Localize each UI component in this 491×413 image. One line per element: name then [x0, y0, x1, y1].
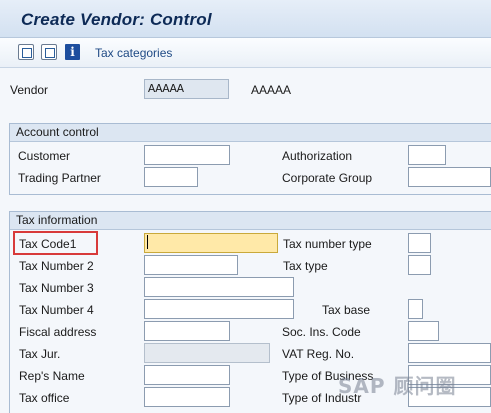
tax-number-type-label: Tax number type — [283, 237, 372, 251]
tax-information-title: Tax information — [16, 213, 98, 227]
tax-jur-label: Tax Jur. — [19, 347, 61, 361]
tax-number-type-field[interactable] — [408, 233, 431, 253]
tax-number4-label: Tax Number 4 — [19, 303, 94, 317]
tax-type-field[interactable] — [408, 255, 431, 275]
trading-partner-field[interactable] — [144, 167, 198, 187]
soc-ins-code-label: Soc. Ins. Code — [282, 325, 361, 339]
tax-number2-field[interactable] — [144, 255, 238, 275]
tax-office-label: Tax office — [19, 391, 70, 405]
tax-base-checkbox[interactable] — [408, 299, 423, 319]
soc-ins-code-field[interactable] — [408, 321, 439, 341]
vendor-field: AAAAA — [144, 79, 229, 99]
tax-number2-label: Tax Number 2 — [19, 259, 94, 273]
info-icon[interactable]: i — [65, 44, 80, 60]
tax-office-field[interactable] — [144, 387, 230, 407]
trading-partner-label: Trading Partner — [18, 171, 101, 185]
customer-label: Customer — [18, 149, 71, 163]
reps-name-label: Rep's Name — [19, 369, 85, 383]
vendor-name: AAAAA — [251, 83, 292, 97]
tax-code1-field[interactable] — [144, 233, 278, 253]
authorization-field[interactable] — [408, 145, 446, 165]
highlight-box — [13, 231, 98, 255]
tax-jur-field — [144, 343, 270, 363]
detail-icon[interactable] — [18, 44, 34, 60]
account-control-title: Account control — [16, 125, 99, 139]
fiscal-address-label: Fiscal address — [19, 325, 97, 339]
tree-icon[interactable] — [41, 44, 57, 60]
vat-reg-no-field[interactable] — [408, 343, 491, 363]
vat-reg-no-label: VAT Reg. No. — [282, 347, 355, 361]
authorization-label: Authorization — [282, 149, 353, 163]
tax-number3-field[interactable] — [144, 277, 294, 297]
tax-type-label: Tax type — [283, 259, 328, 273]
tax-number3-label: Tax Number 3 — [19, 281, 94, 295]
reps-name-field[interactable] — [144, 365, 230, 385]
fiscal-address-field[interactable] — [144, 321, 230, 341]
page-title: Create Vendor: Control — [21, 10, 212, 29]
corporate-group-field[interactable] — [408, 167, 491, 187]
text-cursor — [147, 235, 148, 249]
watermark: SAP 顾问圈 — [338, 374, 457, 398]
vendor-label: Vendor — [10, 83, 49, 97]
tax-base-label: Tax base — [322, 303, 371, 317]
customer-field[interactable] — [144, 145, 230, 165]
tax-categories-button[interactable]: Tax categories — [95, 46, 172, 60]
tax-number4-field[interactable] — [144, 299, 294, 319]
corporate-group-label: Corporate Group — [282, 171, 373, 185]
